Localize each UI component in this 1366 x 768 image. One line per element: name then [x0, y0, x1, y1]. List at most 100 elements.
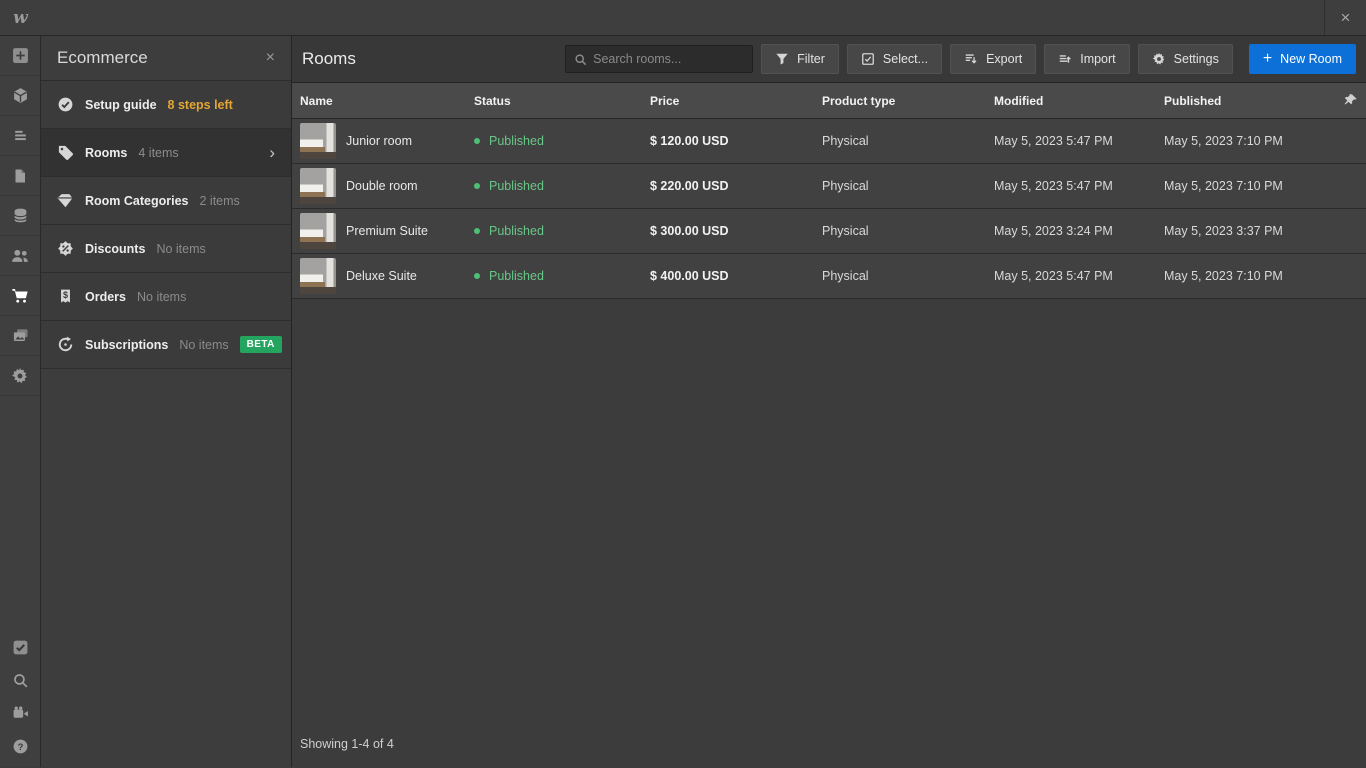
price-cell: $ 120.00 USD — [650, 134, 822, 148]
cms-collections-button[interactable] — [0, 196, 40, 236]
search-rooms-input[interactable] — [593, 52, 744, 66]
name-cell: Deluxe Suite — [300, 258, 474, 294]
search-icon — [12, 672, 29, 689]
room-name: Junior room — [346, 134, 412, 148]
status-text: Published — [489, 269, 544, 283]
gear-icon — [1152, 52, 1166, 66]
page-title: Rooms — [302, 49, 356, 69]
status-cell: Published — [474, 179, 650, 193]
status-cell: Published — [474, 224, 650, 238]
export-button[interactable]: Export — [950, 44, 1036, 74]
panel-title: Ecommerce — [57, 48, 148, 68]
column-header-price[interactable]: Price — [650, 94, 822, 108]
import-button[interactable]: Import — [1044, 44, 1129, 74]
ecommerce-button[interactable] — [0, 276, 40, 316]
rail-bottom-group: ? — [0, 631, 40, 767]
product-type-cell: Physical — [822, 224, 994, 238]
button-label: New Room — [1280, 52, 1342, 66]
column-header-status[interactable]: Status — [474, 94, 650, 108]
sidebar-item-orders[interactable]: $ Orders No items — [41, 273, 291, 321]
column-header-name[interactable]: Name — [300, 94, 474, 108]
status-dot-icon — [474, 183, 480, 189]
status-dot-icon — [474, 273, 480, 279]
table-header: Name Status Price Product type Modified … — [292, 83, 1366, 119]
published-cell: May 5, 2023 7:10 PM — [1164, 179, 1340, 193]
item-meta: No items — [137, 290, 186, 304]
gear-icon — [11, 367, 29, 385]
room-thumbnail — [300, 213, 336, 249]
price-cell: $ 300.00 USD — [650, 224, 822, 238]
published-cell: May 5, 2023 7:10 PM — [1164, 269, 1340, 283]
rooms-panel: Rooms Filter Select... Export Import — [292, 36, 1366, 767]
assets-button[interactable] — [0, 316, 40, 356]
search-rooms-box[interactable] — [565, 45, 753, 73]
item-meta: No items — [179, 338, 228, 352]
item-meta: No items — [156, 242, 205, 256]
button-label: Settings — [1174, 52, 1219, 66]
ecommerce-panel: Ecommerce × Setup guide 8 steps left Roo… — [41, 36, 292, 767]
button-label: Import — [1080, 52, 1115, 66]
quick-find-button[interactable] — [0, 664, 40, 697]
column-header-product-type[interactable]: Product type — [822, 94, 994, 108]
pages-button[interactable] — [0, 156, 40, 196]
top-bar: w × — [0, 0, 1366, 36]
item-label: Discounts — [85, 242, 145, 256]
status-dot-icon — [474, 138, 480, 144]
button-label: Filter — [797, 52, 825, 66]
search-icon — [574, 53, 587, 66]
new-room-button[interactable]: + New Room — [1249, 44, 1356, 74]
product-type-cell: Physical — [822, 134, 994, 148]
product-type-cell: Physical — [822, 179, 994, 193]
panel-close-icon[interactable]: × — [266, 49, 275, 67]
tag-icon — [57, 144, 74, 161]
name-cell: Premium Suite — [300, 213, 474, 249]
help-button[interactable]: ? — [0, 730, 40, 763]
select-button[interactable]: Select... — [847, 44, 942, 74]
item-label: Orders — [85, 290, 126, 304]
table-row[interactable]: Junior room Published $ 120.00 USD Physi… — [292, 119, 1366, 164]
pagination-status: Showing 1-4 of 4 — [292, 737, 1366, 767]
sidebar-item-subscriptions[interactable]: Subscriptions No items BETA — [41, 321, 291, 369]
users-icon — [11, 247, 29, 265]
room-name: Double room — [346, 179, 418, 193]
funnel-icon — [775, 52, 789, 66]
close-designer-icon[interactable]: × — [1324, 0, 1366, 35]
project-settings-button[interactable] — [0, 356, 40, 396]
components-button[interactable] — [0, 76, 40, 116]
item-label: Subscriptions — [85, 338, 168, 352]
settings-button[interactable]: Settings — [1138, 44, 1233, 74]
svg-text:?: ? — [17, 742, 23, 753]
chevron-right-icon: › — [269, 144, 275, 161]
column-header-published[interactable]: Published — [1164, 94, 1340, 108]
published-cell: May 5, 2023 7:10 PM — [1164, 134, 1340, 148]
column-header-modified[interactable]: Modified — [994, 94, 1164, 108]
item-label: Room Categories — [85, 194, 189, 208]
filter-button[interactable]: Filter — [761, 44, 839, 74]
add-panel-button[interactable] — [0, 36, 40, 76]
table-row[interactable]: Premium Suite Published $ 300.00 USD Phy… — [292, 209, 1366, 254]
table-row[interactable]: Deluxe Suite Published $ 400.00 USD Phys… — [292, 254, 1366, 299]
item-meta: 4 items — [138, 146, 178, 160]
video-tutorials-button[interactable] — [0, 697, 40, 730]
rooms-header: Rooms Filter Select... Export Import — [292, 36, 1366, 83]
database-icon — [12, 207, 29, 224]
pin-columns-icon[interactable] — [1343, 93, 1366, 108]
webflow-logo: w — [0, 0, 41, 35]
sidebar-item-setup-guide[interactable]: Setup guide 8 steps left — [41, 81, 291, 129]
item-label: Setup guide — [85, 98, 157, 112]
navigator-lines-icon — [12, 127, 29, 144]
sidebar-item-rooms[interactable]: Rooms 4 items › — [41, 129, 291, 177]
ecommerce-panel-header: Ecommerce × — [41, 36, 291, 81]
room-thumbnail — [300, 258, 336, 294]
status-text: Published — [489, 134, 544, 148]
table-row[interactable]: Double room Published $ 220.00 USD Physi… — [292, 164, 1366, 209]
members-button[interactable] — [0, 236, 40, 276]
sidebar-item-room-categories[interactable]: Room Categories 2 items — [41, 177, 291, 225]
sidebar-item-discounts[interactable]: Discounts No items — [41, 225, 291, 273]
status-text: Published — [489, 224, 544, 238]
price-cell: $ 400.00 USD — [650, 269, 822, 283]
publish-check-button[interactable] — [0, 631, 40, 664]
price-cell: $ 220.00 USD — [650, 179, 822, 193]
plus-square-icon — [12, 47, 29, 64]
navigator-button[interactable] — [0, 116, 40, 156]
